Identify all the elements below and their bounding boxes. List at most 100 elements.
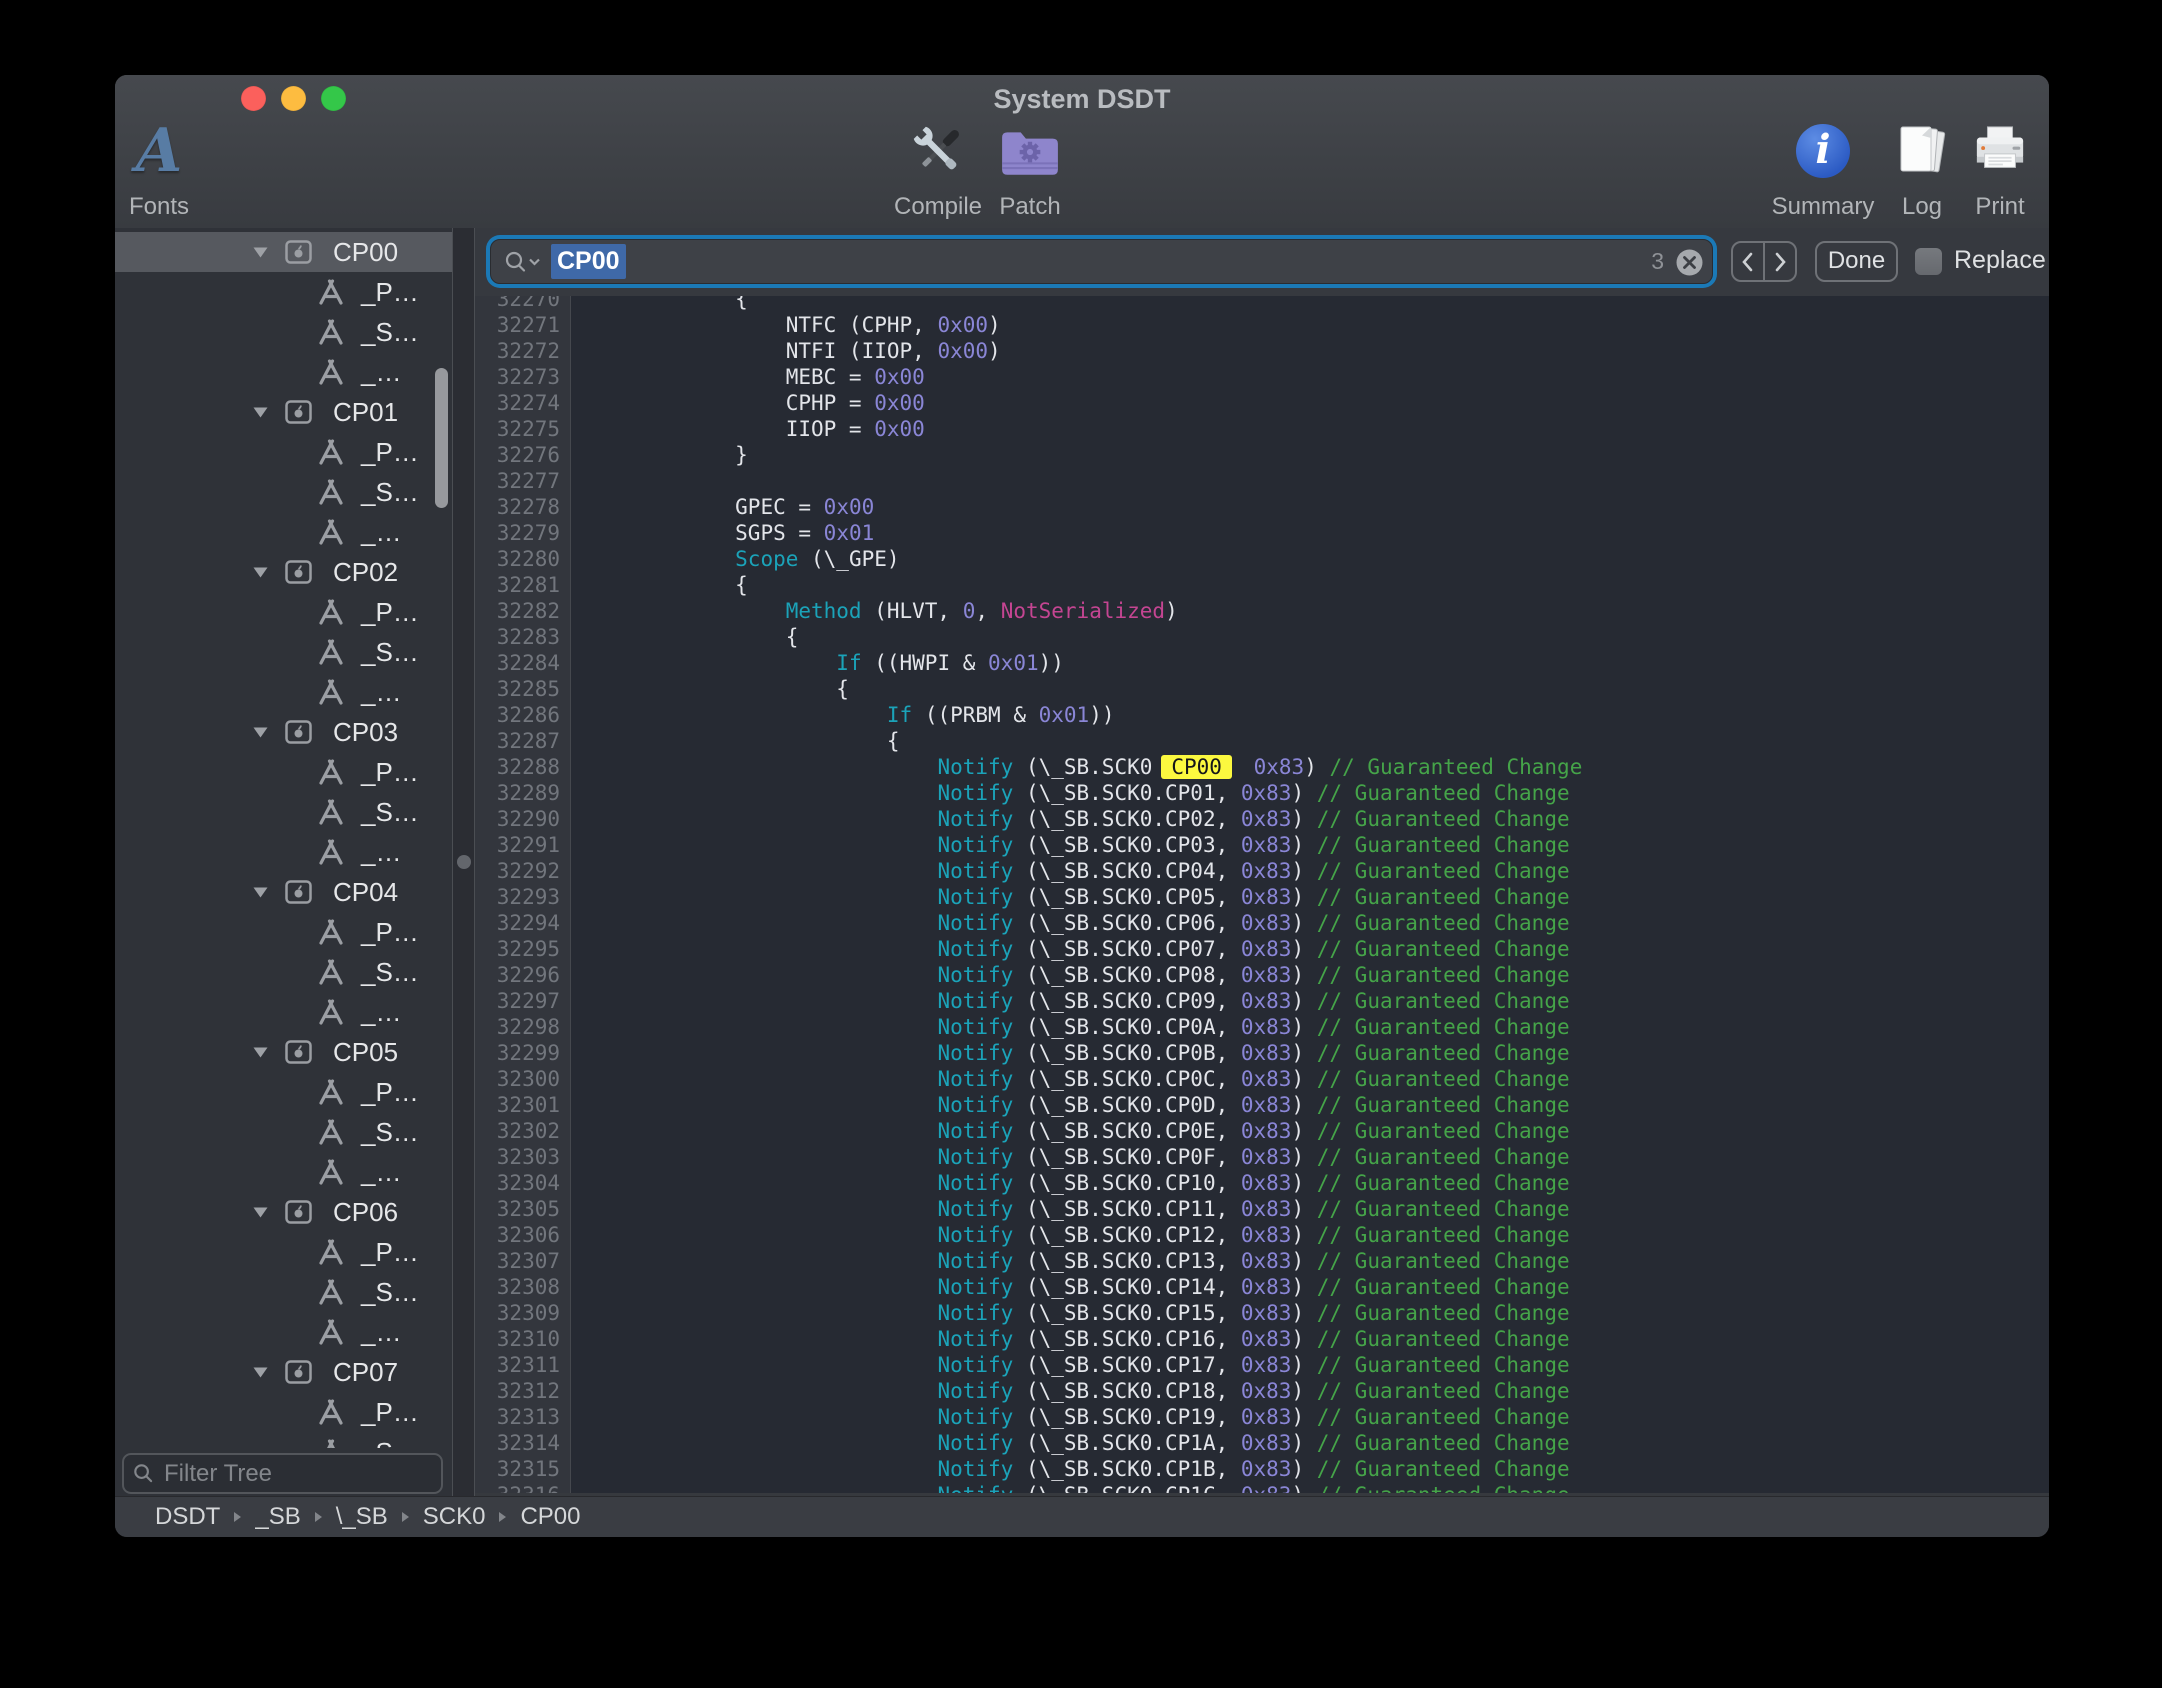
code-line: Notify (\_SB.SCK0.CP17, 0x83) // Guarant… [634, 1352, 1582, 1378]
desktop: System DSDT A Fonts [0, 0, 2162, 1688]
tree-item-label: _P… [361, 272, 419, 312]
code-line: Notify (\_SB.SCK0.CP12, 0x83) // Guarant… [634, 1222, 1582, 1248]
log-button[interactable]: Log [1887, 111, 1957, 221]
line-number: 32279 [475, 520, 560, 546]
disclosure-triangle-icon[interactable] [253, 567, 268, 578]
code-line: Notify (\_SB.SCK0.CP01, 0x83) // Guarant… [634, 780, 1582, 806]
print-button[interactable]: Print [1960, 111, 2040, 221]
pane-divider[interactable] [452, 228, 475, 1496]
code-text[interactable]: { NTFC (CPHP, 0x00) NTFI (IIOP, 0x00) ME… [571, 296, 1582, 1493]
compile-button[interactable]: Compile [883, 111, 993, 221]
disclosure-triangle-icon[interactable] [253, 887, 268, 898]
breadcrumb-separator-icon [401, 1511, 410, 1523]
tree-item-_P[interactable]: _P… [115, 592, 452, 632]
find-search-field[interactable]: CP00 3 [490, 239, 1713, 284]
tree-item-_[interactable]: _… [115, 832, 452, 872]
tree-item-label: _S… [361, 1272, 419, 1312]
line-number: 32290 [475, 806, 560, 832]
breadcrumb-item[interactable]: \_SB [336, 1503, 388, 1531]
breadcrumb-item[interactable]: SCK0 [423, 1503, 486, 1531]
search-menu-icon[interactable] [503, 250, 545, 274]
tree-item-_[interactable]: _… [115, 1312, 452, 1352]
tree-item-_P[interactable]: _P… [115, 912, 452, 952]
patch-label: Patch [985, 193, 1075, 221]
disclosure-triangle-icon[interactable] [253, 1207, 268, 1218]
method-icon [317, 479, 345, 505]
code-line: Notify (\_SB.SCK0.CP1C, 0x83) // Guarant… [634, 1482, 1582, 1493]
tree-item-CP05[interactable]: CP05 [115, 1032, 452, 1072]
match-count: 3 [1651, 240, 1664, 285]
breadcrumb-item[interactable]: _SB [255, 1503, 300, 1531]
clear-search-icon[interactable] [1676, 249, 1703, 276]
scope-icon [285, 1040, 312, 1064]
code-line: Notify (\_SB.SCK0.CP02, 0x83) // Guarant… [634, 806, 1582, 832]
code-line: NTFC (CPHP, 0x00) [634, 312, 1582, 338]
tree-item-_[interactable]: _… [115, 992, 452, 1032]
line-number: 32272 [475, 338, 560, 364]
tree-item-_S[interactable]: _S… [115, 632, 452, 672]
tree-item-_P[interactable]: _P… [115, 272, 452, 312]
line-number: 32283 [475, 624, 560, 650]
line-number: 32313 [475, 1404, 560, 1430]
code-line: { [634, 572, 1582, 598]
tree-item-_S[interactable]: _S… [115, 1272, 452, 1312]
find-bar: CP00 3 Done [475, 228, 2049, 297]
method-icon [317, 1239, 345, 1265]
tree-item-_P[interactable]: _P… [115, 1072, 452, 1112]
tree-item-_[interactable]: _… [115, 1152, 452, 1192]
tree-item-CP06[interactable]: CP06 [115, 1192, 452, 1232]
method-icon [317, 639, 345, 665]
tree-item-_S[interactable]: _S… [115, 1432, 452, 1448]
replace-checkbox[interactable] [1915, 248, 1942, 275]
code-line: IIOP = 0x00 [634, 416, 1582, 442]
disclosure-triangle-icon[interactable] [253, 407, 268, 418]
disclosure-triangle-icon[interactable] [253, 1047, 268, 1058]
tree-item-_S[interactable]: _S… [115, 472, 452, 512]
code-line: If ((PRBM & 0x01)) [634, 702, 1582, 728]
tree-item-label: CP04 [333, 872, 398, 912]
summary-button[interactable]: i Summary [1768, 111, 1878, 221]
filter-tree-input[interactable] [162, 1459, 441, 1489]
disclosure-triangle-icon[interactable] [253, 247, 268, 258]
patch-button[interactable]: Patch [985, 111, 1075, 221]
tree-item-_P[interactable]: _P… [115, 1392, 452, 1432]
tree-item-_P[interactable]: _P… [115, 432, 452, 472]
breadcrumb-item[interactable]: DSDT [155, 1503, 220, 1531]
fonts-button[interactable]: A Fonts [121, 111, 197, 221]
find-previous-button[interactable] [1733, 243, 1763, 280]
line-number: 32303 [475, 1144, 560, 1170]
line-number: 32270 [475, 296, 560, 312]
line-number: 32295 [475, 936, 560, 962]
disclosure-triangle-icon[interactable] [253, 1367, 268, 1378]
sidebar-scrollbar-thumb[interactable] [435, 368, 448, 508]
tree-item-_[interactable]: _… [115, 352, 452, 392]
tree-item-label: _… [361, 672, 401, 712]
tree-item-_[interactable]: _… [115, 672, 452, 712]
tree-item-_S[interactable]: _S… [115, 792, 452, 832]
code-line: { [634, 676, 1582, 702]
tree-item-_P[interactable]: _P… [115, 1232, 452, 1272]
tree-item-CP07[interactable]: CP07 [115, 1352, 452, 1392]
code-line: { [634, 728, 1582, 754]
breadcrumb-item[interactable]: CP00 [520, 1503, 580, 1531]
find-next-button[interactable] [1763, 243, 1795, 280]
tree-item-_S[interactable]: _S… [115, 952, 452, 992]
tree-item-_S[interactable]: _S… [115, 312, 452, 352]
filter-tree-field[interactable] [122, 1453, 443, 1494]
tree-item-CP04[interactable]: CP04 [115, 872, 452, 912]
code-line: } [634, 442, 1582, 468]
tree-item-CP00[interactable]: CP00 [115, 232, 452, 272]
code-editor[interactable]: 3227032271322723227332274322753227632277… [475, 296, 2049, 1493]
tree-item-_P[interactable]: _P… [115, 752, 452, 792]
tree-item-CP02[interactable]: CP02 [115, 552, 452, 592]
scope-icon [285, 720, 312, 744]
tree-item-CP03[interactable]: CP03 [115, 712, 452, 752]
tree-item-label: CP05 [333, 1032, 398, 1072]
disclosure-triangle-icon[interactable] [253, 727, 268, 738]
tree-item-_S[interactable]: _S… [115, 1112, 452, 1152]
breadcrumb-bar: DSDT _SB \_SB SCK0 CP00 [115, 1496, 2049, 1537]
divider-handle-icon[interactable] [457, 855, 471, 869]
tree-item-_[interactable]: _… [115, 512, 452, 552]
done-button[interactable]: Done [1815, 241, 1898, 282]
tree-item-CP01[interactable]: CP01 [115, 392, 452, 432]
